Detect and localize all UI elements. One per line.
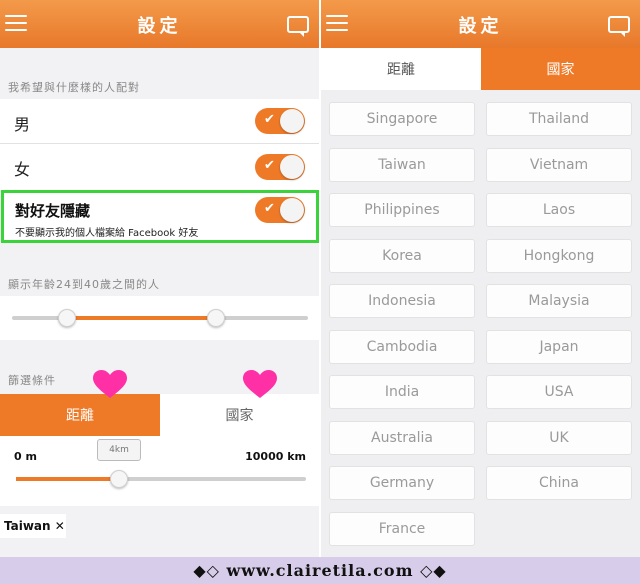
country-option[interactable]: China — [486, 466, 632, 500]
male-toggle[interactable]: ✔ — [255, 108, 305, 134]
country-option[interactable]: Philippines — [329, 193, 475, 227]
hide-from-friends-title: 對好友隱藏 — [15, 202, 91, 220]
country-option[interactable]: Malaysia — [486, 284, 632, 318]
chat-icon[interactable] — [608, 16, 630, 37]
distance-value-bubble: 4km — [97, 439, 141, 461]
distance-max-label: 10000 km — [245, 450, 306, 463]
page-title: 設定 — [137, 16, 182, 37]
country-option[interactable]: Taiwan — [329, 148, 475, 182]
country-option[interactable]: Hongkong — [486, 239, 632, 273]
toggle-knob — [280, 155, 304, 179]
distance-slider[interactable]: 0 m 4km 10000 km — [0, 436, 319, 506]
check-icon: ✔ — [264, 158, 275, 173]
country-option[interactable]: Germany — [329, 466, 475, 500]
toggle-knob — [280, 109, 304, 133]
settings-screen-right: 設定 距離 國家 Singapore Thailand Taiwan Vietnam P… — [321, 0, 640, 557]
tab-distance[interactable]: 距離 — [0, 394, 160, 436]
tab-country[interactable]: 國家 — [160, 394, 319, 436]
hide-from-friends-row: 對好友隱藏 不要顯示我的個人檔案給 Facebook 好友 ✔ — [1, 190, 319, 243]
match-preference-header: 我希望與什麼樣的人配對 — [8, 81, 140, 94]
check-icon: ✔ — [264, 112, 275, 127]
age-range-slider[interactable] — [0, 296, 319, 340]
female-toggle[interactable]: ✔ — [255, 154, 305, 180]
row-female: 女 ✔ — [0, 144, 319, 190]
country-option[interactable]: Japan — [486, 330, 632, 364]
country-option[interactable]: Thailand — [486, 102, 632, 136]
filter-tabs: 距離 國家 — [321, 48, 640, 90]
country-option[interactable]: Laos — [486, 193, 632, 227]
tab-country[interactable]: 國家 — [481, 48, 640, 90]
country-option[interactable]: Cambodia — [329, 330, 475, 364]
distance-slider-fill — [16, 477, 118, 481]
heart-icon — [243, 370, 277, 398]
distance-min-label: 0 m — [14, 450, 37, 463]
chat-icon[interactable] — [287, 16, 309, 37]
row-male-label: 男 — [14, 115, 31, 134]
settings-screen-left: 設定 我希望與什麼樣的人配對 男 ✔ 女 ✔ 對好友隱藏 不要顯示我的個人檔案給… — [0, 0, 319, 557]
age-slider-fill — [66, 316, 216, 320]
selected-country-tag[interactable]: Taiwan ✕ — [0, 514, 66, 538]
watermark-footer: ◆◇ www.clairetila.com ◇◆ — [0, 557, 640, 584]
country-option[interactable]: USA — [486, 375, 632, 409]
country-option[interactable]: France — [329, 512, 475, 546]
country-option[interactable]: Indonesia — [329, 284, 475, 318]
age-range-header: 顯示年齡24到40歲之間的人 — [8, 278, 160, 291]
toggle-knob — [280, 198, 304, 222]
country-option[interactable]: Korea — [329, 239, 475, 273]
check-icon: ✔ — [264, 201, 275, 216]
distance-handle[interactable] — [110, 470, 128, 488]
heart-icon — [93, 370, 127, 398]
age-max-handle[interactable] — [207, 309, 225, 327]
page-title: 設定 — [458, 16, 503, 37]
nav-bar: 設定 — [321, 0, 640, 48]
row-male: 男 ✔ — [0, 99, 319, 144]
hide-from-friends-subtitle: 不要顯示我的個人檔案給 Facebook 好友 — [15, 228, 199, 239]
hide-from-friends-toggle[interactable]: ✔ — [255, 197, 305, 223]
nav-bar: 設定 — [0, 0, 319, 48]
country-option[interactable]: India — [329, 375, 475, 409]
tab-distance[interactable]: 距離 — [321, 48, 481, 90]
row-female-label: 女 — [14, 160, 31, 179]
age-min-handle[interactable] — [58, 309, 76, 327]
country-option[interactable]: UK — [486, 421, 632, 455]
country-option[interactable]: Vietnam — [486, 148, 632, 182]
country-option[interactable]: Singapore — [329, 102, 475, 136]
footer-text: ◆◇ www.clairetila.com ◇◆ — [193, 561, 447, 580]
country-option[interactable]: Australia — [329, 421, 475, 455]
